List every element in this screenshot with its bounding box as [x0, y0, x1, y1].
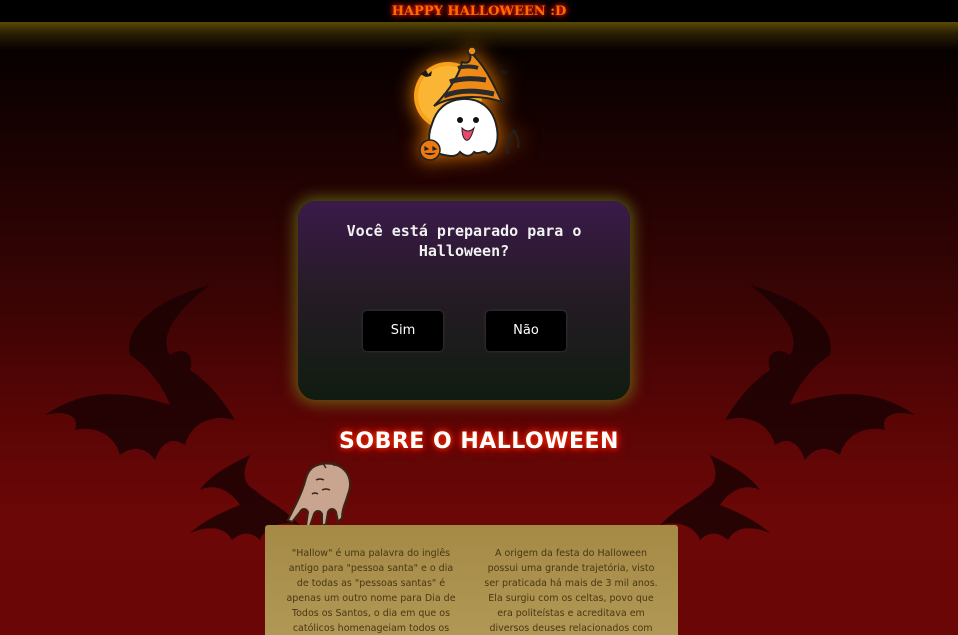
about-paragraph-origin: A origem da festa do Halloween possui um… [484, 548, 658, 634]
top-bar: HAPPY HALLOWEEN :D [0, 0, 958, 22]
about-section-title: SOBRE O HALLOWEEN [339, 429, 619, 454]
quiz-question: Você está preparado para o Halloween? [346, 222, 582, 260]
yes-button[interactable]: Sim [363, 311, 443, 351]
ghost-witch-hat-icon [414, 46, 520, 161]
about-paragraph-hallow: "Hallow" é uma palavra do inglês antigo … [286, 548, 456, 634]
crawling-hand-icon [286, 460, 351, 528]
quiz-panel: Você está preparado para o Halloween? Si… [298, 201, 630, 400]
about-card: "Hallow" é uma palavra do inglês antigo … [265, 525, 678, 635]
site-title: HAPPY HALLOWEEN :D [391, 4, 567, 19]
no-button[interactable]: Não [486, 311, 566, 351]
